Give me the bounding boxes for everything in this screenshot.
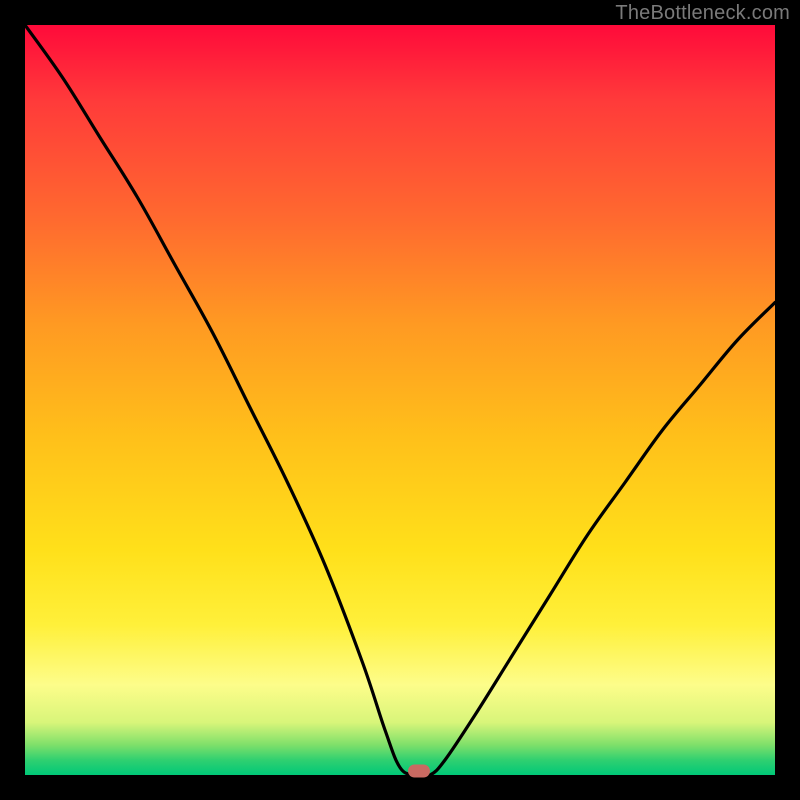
- plot-area: [25, 25, 775, 775]
- optimal-marker-icon: [408, 765, 430, 778]
- chart-frame: TheBottleneck.com: [0, 0, 800, 800]
- bottleneck-curve: [25, 25, 775, 775]
- watermark-text: TheBottleneck.com: [615, 2, 790, 25]
